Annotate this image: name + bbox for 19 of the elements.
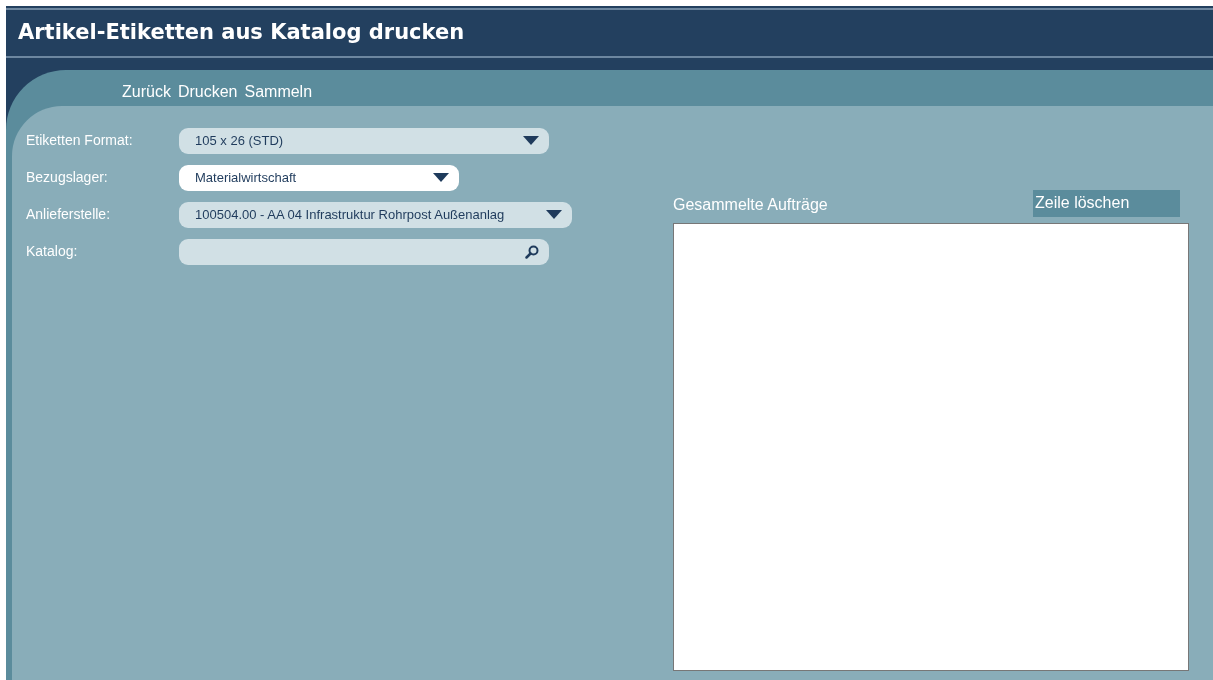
field-label: Bezugslager: (26, 168, 109, 187)
caret-icon (523, 135, 539, 146)
field-label: Anlieferstelle: (26, 205, 112, 224)
orders-list[interactable] (673, 222, 1189, 671)
field-label: Etiketten Format: (26, 131, 134, 150)
caret-icon (546, 209, 562, 220)
dropdown-field[interactable]: Materialwirtschaft (179, 164, 459, 191)
toolbar-button[interactable]: Sammeln (244, 78, 313, 106)
toolbar-button[interactable]: Zurück (122, 78, 171, 106)
dropdown-field[interactable]: 105 x 26 (STD) (179, 127, 549, 154)
delete-row-button[interactable]: Zeile löschen (1033, 189, 1180, 217)
field-label: Katalog: (26, 242, 79, 261)
section-title: Gesammelte Aufträge (673, 194, 828, 215)
window-title: Artikel-Etiketten aus Katalog drucken (17, 19, 466, 46)
toolbar-button[interactable]: Drucken (177, 78, 238, 106)
search-field[interactable] (179, 238, 549, 265)
dropdown-field[interactable]: 100504.00 - AA 04 Infrastruktur Rohrpost Außenanlag (179, 201, 572, 228)
search-icon (525, 244, 539, 259)
caret-icon (433, 172, 449, 183)
